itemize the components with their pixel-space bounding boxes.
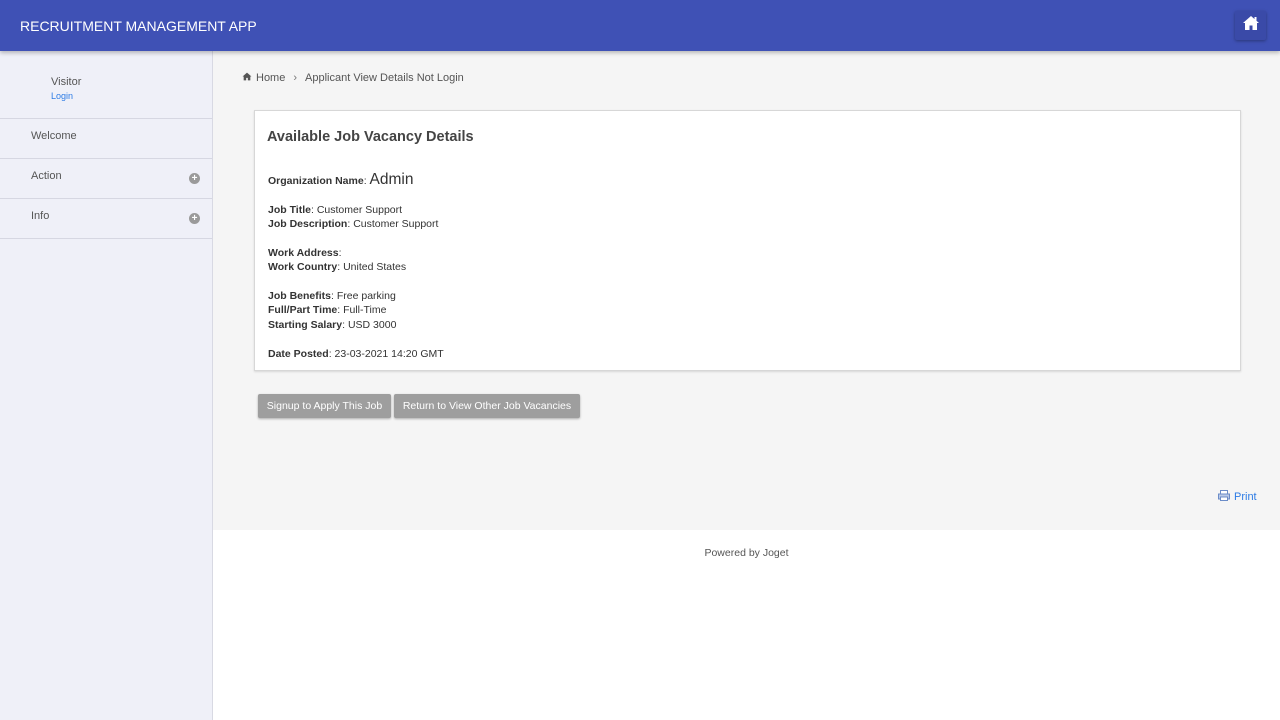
breadcrumb-current: Applicant View Details Not Login [305,72,464,84]
app-header: RECRUITMENT MANAGEMENT APP [0,0,1280,51]
org-value: Admin [369,171,414,188]
employment-type-field: Full/Part Time: Full-Time [268,304,387,316]
field-value: Full-Time [343,304,387,316]
field-value: Customer Support [353,218,439,230]
return-job-vacancies-button[interactable]: Return to View Other Job Vacancies [394,394,580,418]
card-title: Available Job Vacancy Details [267,129,474,145]
field-value: United States [343,261,407,273]
field-label: Job Description [268,218,348,230]
sidebar: Visitor Login Welcome Action + Info + [0,51,213,720]
field-value: Free parking [336,290,396,302]
app-title[interactable]: RECRUITMENT MANAGEMENT APP [20,18,257,34]
field-label: Work Address [268,247,339,259]
user-panel: Visitor Login [0,51,212,119]
starting-salary-field: Starting Salary: USD 3000 [268,319,397,331]
breadcrumb-separator: › [293,72,298,84]
org-field: Organization Name: Admin [268,171,414,188]
sidebar-item-info[interactable]: Info + [0,199,212,239]
job-details-card: Available Job Vacancy Details Organizati… [254,110,1241,371]
footer: Powered by Joget [213,530,1280,720]
field-label: Starting Salary [268,319,343,331]
field-label: Work Country [268,261,338,273]
date-posted-field: Date Posted: 23-03-2021 14:20 GMT [268,348,444,360]
sidebar-item-action[interactable]: Action + [0,159,212,199]
work-country-field: Work Country: United States [268,261,407,273]
sidebar-item-label: Action [31,170,62,182]
home-icon [242,72,252,84]
print-icon [1218,490,1230,504]
breadcrumb: Home › Applicant View Details Not Login [242,72,464,84]
expand-plus-icon[interactable]: + [189,213,200,224]
field-label: Job Title [268,204,311,216]
job-benefits-field: Job Benefits: Free parking [268,290,396,302]
main-content: Home › Applicant View Details Not Login … [213,51,1280,530]
signup-apply-button[interactable]: Signup to Apply This Job [258,394,391,418]
work-address-field: Work Address: [268,247,342,259]
home-icon [1242,15,1260,36]
field-label: Organization Name [268,175,364,187]
field-value: Customer Support [316,204,403,216]
sidebar-item-welcome[interactable]: Welcome [0,119,212,159]
field-label: Full/Part Time [268,304,338,316]
job-title-field: Job Title: Customer Support [268,204,403,216]
breadcrumb-home-link[interactable]: Home [256,72,285,84]
field-value: 23-03-2021 14:20 GMT [334,348,444,360]
field-label: Job Benefits [268,290,332,302]
expand-plus-icon[interactable]: + [189,173,200,184]
field-label: Date Posted [268,348,329,360]
powered-by-text: Powered by Joget [704,547,789,559]
print-link[interactable]: Print [1218,490,1257,504]
print-label: Print [1234,491,1257,503]
field-value: USD 3000 [347,319,397,331]
user-name: Visitor [51,76,82,88]
sidebar-item-label: Info [31,210,50,222]
job-description-field: Job Description: Customer Support [268,218,439,230]
login-link[interactable]: Login [51,91,73,101]
sidebar-item-label: Welcome [31,130,77,142]
home-button[interactable] [1235,11,1266,40]
